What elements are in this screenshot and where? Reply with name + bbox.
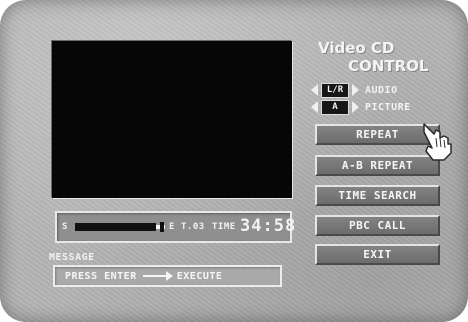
- picture-label: PICTURE: [365, 101, 411, 113]
- triangle-right-icon[interactable]: [352, 101, 359, 113]
- playback-progress-bar: [75, 222, 165, 232]
- app-title-line2: CONTROL: [348, 57, 429, 75]
- long-right-arrow-icon: [142, 271, 173, 281]
- time-readout: 34:58: [240, 216, 297, 236]
- playback-status-panel: S E T.03 TIME 34:58: [55, 211, 295, 243]
- picture-value: A: [321, 99, 349, 115]
- time-label: TIME: [212, 222, 236, 232]
- message-text-left: PRESS ENTER: [65, 270, 137, 282]
- message-title: MESSAGE: [49, 252, 95, 263]
- app-title-line1: Video CD: [318, 39, 395, 57]
- progress-fill: [75, 223, 156, 231]
- audio-value: L/R: [321, 82, 349, 98]
- triangle-left-icon[interactable]: [311, 101, 318, 113]
- vcd-control-screen: S E T.03 TIME 34:58 MESSAGE PRESS ENTER …: [0, 0, 468, 322]
- pbc-call-button[interactable]: PBC CALL: [315, 215, 440, 236]
- end-marker-label: E: [169, 222, 175, 232]
- triangle-left-icon[interactable]: [311, 84, 318, 96]
- triangle-right-icon[interactable]: [352, 84, 359, 96]
- message-text-right: EXECUTE: [176, 270, 223, 282]
- video-preview: [52, 41, 292, 198]
- message-box: PRESS ENTER EXECUTE: [53, 265, 282, 287]
- progress-thumb: [160, 222, 164, 232]
- exit-button[interactable]: EXIT: [315, 244, 440, 265]
- audio-selector[interactable]: L/R AUDIO: [311, 82, 398, 98]
- start-marker-label: S: [62, 222, 68, 232]
- time-search-button[interactable]: TIME SEARCH: [315, 185, 440, 206]
- pointing-hand-icon: [423, 123, 452, 161]
- track-number: T.03: [181, 222, 205, 232]
- picture-selector[interactable]: A PICTURE: [311, 99, 411, 115]
- audio-label: AUDIO: [365, 84, 398, 96]
